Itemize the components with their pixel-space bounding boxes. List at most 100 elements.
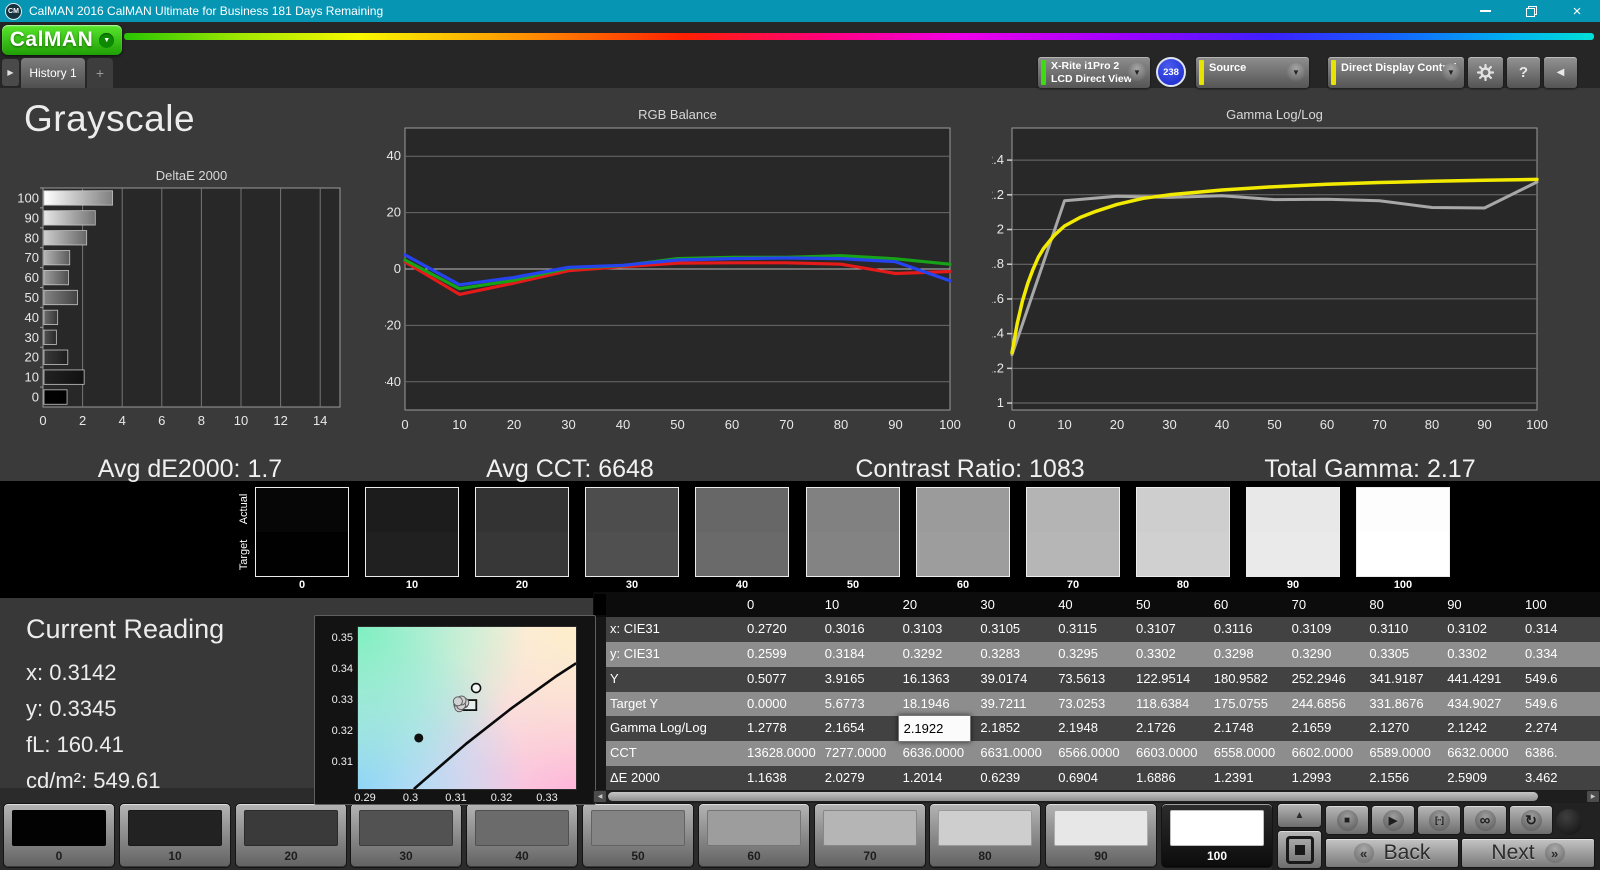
- transport-play-button[interactable]: ▶: [1371, 805, 1415, 835]
- collapse-panel-button[interactable]: ◀: [1544, 57, 1577, 88]
- table-cell[interactable]: 2.1270: [1369, 720, 1443, 735]
- restore-button[interactable]: [1508, 0, 1554, 22]
- help-button[interactable]: ?: [1507, 57, 1540, 88]
- table-cell[interactable]: 0.3295: [1058, 646, 1132, 661]
- table-cell[interactable]: 0.3110: [1369, 621, 1443, 636]
- settings-button[interactable]: [1468, 57, 1503, 88]
- patch-button-30[interactable]: 30: [350, 803, 462, 868]
- table-cell[interactable]: 331.8676: [1369, 696, 1443, 711]
- table-cell[interactable]: 0.3292: [903, 646, 977, 661]
- table-cell[interactable]: 6566.0000: [1058, 745, 1132, 760]
- table-cell[interactable]: 0.3107: [1136, 621, 1210, 636]
- table-cell[interactable]: 0.6239: [980, 770, 1054, 785]
- table-selected-cell[interactable]: 2.1922: [897, 714, 971, 742]
- add-tab-button[interactable]: +: [87, 58, 113, 88]
- patch-button-60[interactable]: 60: [698, 803, 810, 868]
- table-cell[interactable]: 549.6: [1525, 671, 1599, 686]
- table-cell[interactable]: 549.6: [1525, 696, 1599, 711]
- table-column-header[interactable]: 40: [1058, 597, 1072, 612]
- table-cell[interactable]: 2.1242: [1447, 720, 1521, 735]
- table-cell[interactable]: 6589.0000: [1369, 745, 1443, 760]
- table-cell[interactable]: 434.9027: [1447, 696, 1521, 711]
- table-cell[interactable]: 0.0000: [747, 696, 821, 711]
- transport-stop-button[interactable]: ■: [1325, 805, 1369, 835]
- table-cell[interactable]: 244.6856: [1292, 696, 1366, 711]
- patch-button-20[interactable]: 20: [235, 803, 347, 868]
- table-column-header[interactable]: 80: [1369, 597, 1383, 612]
- table-cell[interactable]: 2.1748: [1214, 720, 1288, 735]
- table-cell[interactable]: 3.9165: [825, 671, 899, 686]
- table-cell[interactable]: 0.3302: [1447, 646, 1521, 661]
- patch-button-0[interactable]: 0: [3, 803, 115, 868]
- table-column-header[interactable]: 90: [1447, 597, 1461, 612]
- table-column-header[interactable]: 10: [825, 597, 839, 612]
- table-cell[interactable]: 2.274: [1525, 720, 1599, 735]
- table-cell[interactable]: 0.3283: [980, 646, 1054, 661]
- table-row-label[interactable]: x: CIE31: [610, 621, 660, 636]
- patch-button-80[interactable]: 80: [929, 803, 1041, 868]
- table-cell[interactable]: 39.7211: [980, 696, 1054, 711]
- tab-scroll-button[interactable]: ▶: [2, 59, 19, 86]
- table-column-header[interactable]: 30: [980, 597, 994, 612]
- table-cell[interactable]: 1.2391: [1214, 770, 1288, 785]
- patch-button-90[interactable]: 90: [1045, 803, 1157, 868]
- pattern-up-button[interactable]: ▲: [1277, 803, 1322, 828]
- table-cell[interactable]: 2.0279: [825, 770, 899, 785]
- calman-menu-button[interactable]: CalMAN ▼: [2, 25, 122, 55]
- table-cell[interactable]: 73.5613: [1058, 671, 1132, 686]
- table-cell[interactable]: 2.1726: [1136, 720, 1210, 735]
- table-cell[interactable]: 122.9514: [1136, 671, 1210, 686]
- table-cell[interactable]: 0.3102: [1447, 621, 1521, 636]
- patch-button-50[interactable]: 50: [582, 803, 694, 868]
- table-cell[interactable]: 175.0755: [1214, 696, 1288, 711]
- table-cell[interactable]: 2.1948: [1058, 720, 1132, 735]
- table-cell[interactable]: 2.1852: [980, 720, 1054, 735]
- table-row-label[interactable]: Target Y: [610, 696, 658, 711]
- table-cell[interactable]: 6632.0000: [1447, 745, 1521, 760]
- scroll-right-icon[interactable]: ▶: [1587, 791, 1599, 802]
- table-column-header[interactable]: 70: [1292, 597, 1306, 612]
- meter-dropdown[interactable]: X-Rite i1Pro 2 LCD Direct View ▼: [1038, 57, 1150, 88]
- table-cell[interactable]: 6631.0000: [980, 745, 1054, 760]
- table-cell[interactable]: 1.2778: [747, 720, 821, 735]
- patch-button-40[interactable]: 40: [466, 803, 578, 868]
- patch-button-100[interactable]: 100: [1161, 803, 1273, 868]
- table-row-label[interactable]: Gamma Log/Log: [610, 720, 707, 735]
- display-control-dropdown[interactable]: Direct Display Control ▼: [1328, 57, 1464, 88]
- table-cell[interactable]: 0.3116: [1214, 621, 1288, 636]
- table-cell[interactable]: 0.2720: [747, 621, 821, 636]
- table-cell[interactable]: 0.3298: [1214, 646, 1288, 661]
- table-cell[interactable]: 0.3305: [1369, 646, 1443, 661]
- tab-history-1[interactable]: History 1: [21, 58, 85, 88]
- table-column-header[interactable]: 60: [1214, 597, 1228, 612]
- table-row-label[interactable]: CCT: [610, 745, 637, 760]
- table-cell[interactable]: 6636.0000: [903, 745, 977, 760]
- table-cell[interactable]: 0.3103: [903, 621, 977, 636]
- minimize-button[interactable]: [1462, 0, 1508, 22]
- next-button[interactable]: Next »: [1461, 838, 1595, 868]
- patch-button-10[interactable]: 10: [119, 803, 231, 868]
- table-cell[interactable]: 0.314: [1525, 621, 1599, 636]
- table-cell[interactable]: 0.3109: [1292, 621, 1366, 636]
- table-cell[interactable]: 180.9582: [1214, 671, 1288, 686]
- table-cell[interactable]: 2.1654: [825, 720, 899, 735]
- table-row-label[interactable]: ΔE 2000: [610, 770, 660, 785]
- table-scrollbar[interactable]: ◀ ▶: [593, 790, 1600, 803]
- table-cell[interactable]: 1.2993: [1292, 770, 1366, 785]
- table-row-label[interactable]: y: CIE31: [610, 646, 660, 661]
- table-column-header[interactable]: 20: [903, 597, 917, 612]
- table-cell[interactable]: 73.0253: [1058, 696, 1132, 711]
- source-dropdown[interactable]: Source ▼: [1196, 57, 1309, 88]
- table-column-header[interactable]: 0: [747, 597, 754, 612]
- table-cell[interactable]: 13628.0000: [747, 745, 821, 760]
- table-cell[interactable]: 0.3302: [1136, 646, 1210, 661]
- table-cell[interactable]: 6603.0000: [1136, 745, 1210, 760]
- table-cell[interactable]: 0.3184: [825, 646, 899, 661]
- table-cell[interactable]: 0.3016: [825, 621, 899, 636]
- back-button[interactable]: « Back: [1325, 838, 1459, 868]
- table-cell[interactable]: 0.3115: [1058, 621, 1132, 636]
- patch-button-70[interactable]: 70: [814, 803, 926, 868]
- table-cell[interactable]: 1.2014: [903, 770, 977, 785]
- table-cell[interactable]: 39.0174: [980, 671, 1054, 686]
- pattern-window-button[interactable]: [1277, 830, 1322, 869]
